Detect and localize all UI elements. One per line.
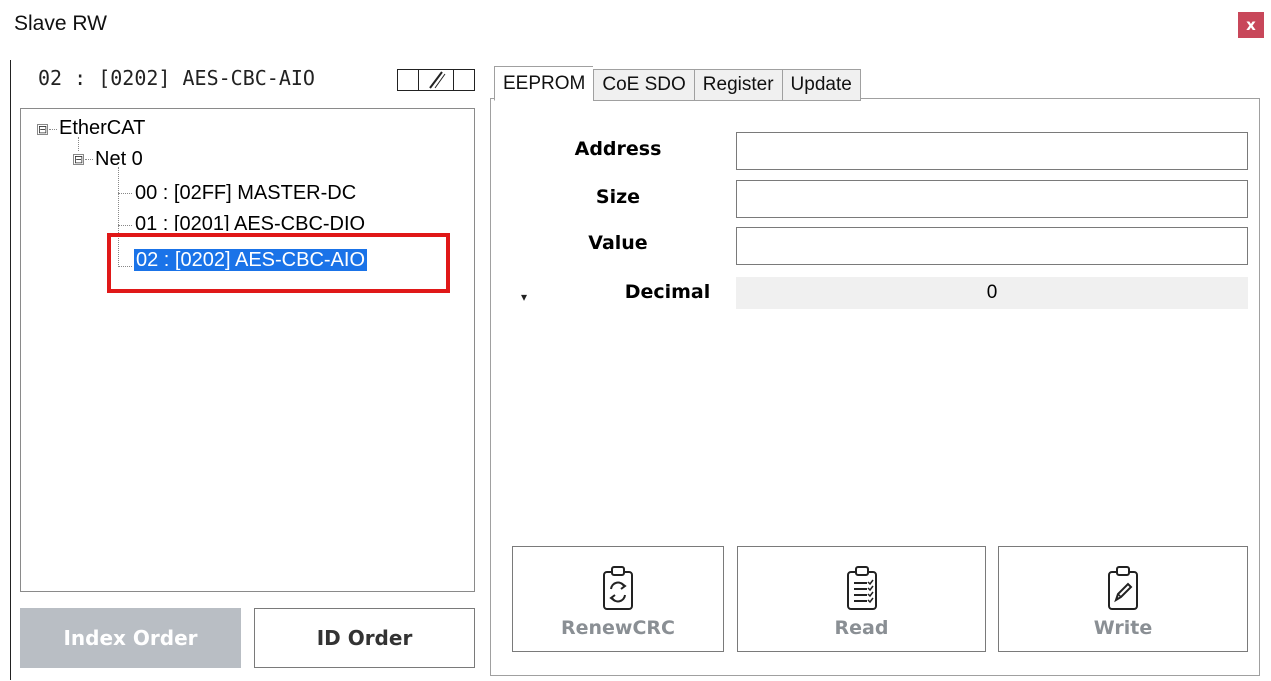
tree-item-slave-00[interactable]: 00 : [02FF] MASTER-DC bbox=[135, 180, 356, 206]
collapse-icon[interactable]: ⊟ bbox=[73, 154, 84, 165]
tree-root-ethercat[interactable]: EtherCAT bbox=[59, 115, 145, 141]
address-input[interactable] bbox=[736, 132, 1248, 170]
size-label: Size bbox=[595, 186, 641, 208]
clipboard-pencil-icon bbox=[1108, 566, 1138, 610]
size-input[interactable] bbox=[736, 180, 1248, 218]
tree-connector bbox=[118, 225, 132, 227]
pencil-icon bbox=[419, 70, 454, 90]
left-border bbox=[10, 60, 11, 680]
tree-connector bbox=[49, 129, 57, 131]
tree-item-slave-01[interactable]: 01 : [0201] AES-CBC-DIO bbox=[135, 211, 365, 231]
format-dropdown-icon[interactable]: ▾ bbox=[514, 284, 534, 310]
slave-tree[interactable]: ⊟ EtherCAT ⊟ Net 0 00 : [02FF] MASTER-DC… bbox=[20, 108, 475, 592]
selection-highlight-box bbox=[107, 233, 450, 293]
write-button[interactable]: Write bbox=[998, 546, 1248, 652]
window-title: Slave RW bbox=[14, 12, 107, 35]
tree-connector bbox=[78, 137, 80, 151]
renew-crc-label: RenewCRC bbox=[561, 617, 675, 639]
close-button[interactable]: x bbox=[1238, 12, 1264, 38]
selected-slave-label: 02 : [0202] AES-CBC-AIO bbox=[38, 66, 315, 90]
tab-eeprom[interactable]: EEPROM bbox=[494, 66, 594, 101]
format-label: Decimal bbox=[624, 281, 711, 303]
index-order-button[interactable]: Index Order bbox=[20, 608, 241, 668]
address-label: Address bbox=[574, 138, 662, 160]
read-button[interactable]: Read bbox=[737, 546, 986, 652]
tab-update[interactable]: Update bbox=[781, 69, 861, 101]
id-order-button[interactable]: ID Order bbox=[254, 608, 475, 668]
tab-register[interactable]: Register bbox=[693, 69, 782, 101]
value-label: Value bbox=[588, 232, 648, 254]
tab-coe-sdo[interactable]: CoE SDO bbox=[593, 69, 694, 101]
collapse-icon[interactable]: ⊟ bbox=[37, 124, 48, 135]
write-label: Write bbox=[1093, 617, 1153, 639]
renew-crc-button[interactable]: RenewCRC bbox=[512, 546, 724, 652]
converted-value: 0 bbox=[736, 277, 1248, 309]
value-input[interactable] bbox=[736, 227, 1248, 265]
clipboard-refresh-icon bbox=[603, 566, 633, 610]
clipboard-list-icon bbox=[846, 566, 877, 610]
tree-connector bbox=[118, 193, 132, 195]
edit-icon-button[interactable] bbox=[397, 69, 475, 91]
tab-strip: EEPROM CoE SDO Register Update bbox=[494, 66, 861, 101]
tree-connector bbox=[85, 159, 93, 161]
read-label: Read bbox=[834, 617, 889, 639]
